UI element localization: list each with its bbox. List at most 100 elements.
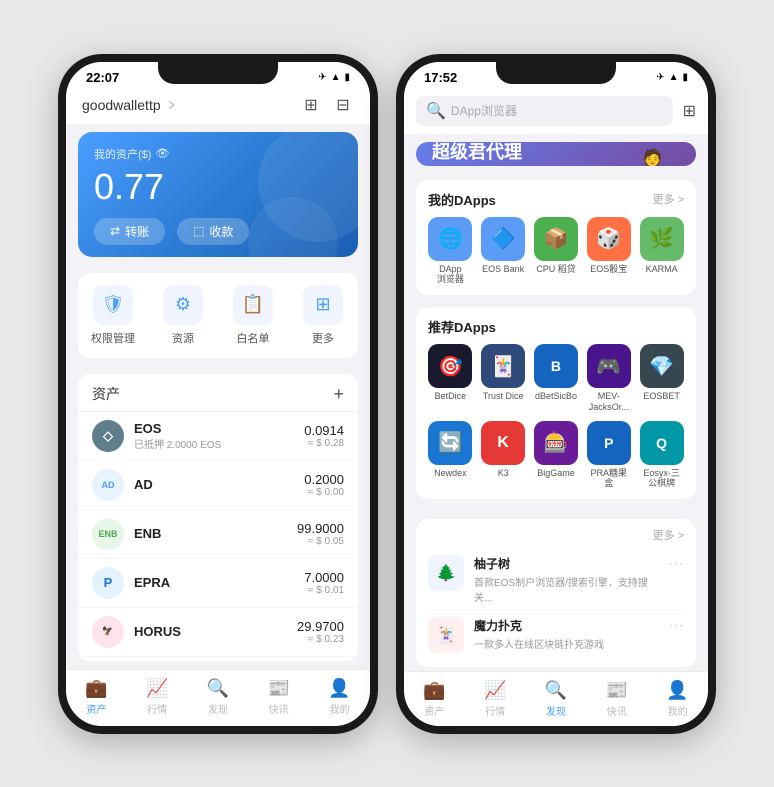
karma[interactable]: 🌿 KARMA [639,217,684,286]
shield-icon: 🛡 [93,285,133,325]
discover-nav-icon: 🔍 [207,678,229,699]
banner-title: 超级君代理 [432,142,555,165]
betdice[interactable]: 🎯 BetDice [428,344,473,413]
menu-label-permissions: 权限管理 [91,330,135,346]
yuzushu-name: 柚子树 [474,555,658,572]
search-input[interactable]: 🔍 DApp浏览器 [416,96,673,126]
wallet-name[interactable]: goodwallettp [82,97,173,113]
new-apps-more[interactable]: 更多 > [653,527,684,543]
k3-label: K3 [498,468,509,479]
mev-jacks[interactable]: 🎮 MEV-JacksOr... [586,344,631,413]
nav2-discover[interactable]: 🔍 发现 [526,680,587,718]
menu-item-permissions[interactable]: 🛡 权限管理 [83,285,143,346]
eos-name: EOS [134,421,304,436]
eosyx[interactable]: Q Eosyx-三公棋牌 [639,421,684,490]
airplane-icon-2: ✈ [656,72,664,83]
scan-icon[interactable]: ⊞ [683,101,696,121]
nav-market[interactable]: 📈 行情 [127,678,188,716]
assets-nav-icon: 💼 [85,678,107,699]
trust-dice-label: Trust Dice [483,391,524,402]
asset-row-epra[interactable]: P EPRA 7.0000 ≈ $ 0.01 [78,559,358,608]
profile2-nav-label: 我的 [668,703,688,718]
ad-name: AD [134,477,304,492]
nav2-news[interactable]: 📰 快讯 [586,680,647,718]
eosbet-icon: 💎 [640,344,684,388]
asset-row-hvt[interactable]: W HVT 0.6014 [78,657,358,661]
balance-amount: 0.77 [94,166,342,208]
eye-icon[interactable]: 👁 [155,147,169,160]
menu-item-whitelist[interactable]: 📋 白名单 [223,285,283,346]
dapp-browser-icon: 🌐 [428,217,472,261]
asset-row-enb[interactable]: ENB ENB 99.9000 ≈ $ 0.05 [78,510,358,559]
ad-value: 0.2000 ≈ $ 0.00 [304,472,344,498]
mev-label: MEV-JacksOr... [589,391,629,413]
nav2-profile[interactable]: 👤 我的 [647,680,708,718]
nav-assets[interactable]: 💼 资产 [66,678,127,716]
karma-label: KARMA [646,264,678,275]
newdex[interactable]: 🔄 Newdex [428,421,473,490]
resources-icon: ⚙ [163,285,203,325]
asset-row-eos[interactable]: ◇ EOS 已抵押 2.0000 EOS 0.0914 ≈ $ 0.28 [78,412,358,461]
time-1: 22:07 [86,70,119,85]
eosyx-label: Eosyx-三公棋牌 [643,468,680,490]
notch-1 [158,62,278,84]
cpu-rent[interactable]: 📦 CPU 稻贷 [534,217,579,286]
eos-bank[interactable]: 🔷 EOS Bank [481,217,526,286]
biggame[interactable]: 🎰 BigGame [534,421,579,490]
qr-scan-icon[interactable]: ⊞ [300,94,322,116]
trust-dice-icon: 🃏 [481,344,525,388]
trust-dice[interactable]: 🃏 Trust Dice [481,344,526,413]
eos-value: 0.0914 ≈ $ 0.28 [304,423,344,449]
phone-1-screen: 22:07 ✈ ▲ ▮ goodwallettp ⊞ ⊟ 我的资产($) 👁 [66,62,370,726]
poker-more-icon: ··· [668,617,684,635]
phone-2: 17:52 ✈ ▲ ▮ 🔍 DApp浏览器 ⊞ 你支持DApp 我们支持你 超级… [396,54,716,734]
eos-sicbo-icon: 🎲 [587,217,631,261]
asset-row-horus[interactable]: 🦅 HORUS 29.9700 ≈ $ 0.23 [78,608,358,657]
wifi-icon-2: ▲ [669,72,679,83]
eosbet[interactable]: 💎 EOSBET [639,344,684,413]
news2-nav-icon: 📰 [606,680,628,701]
add-asset-button[interactable]: + [333,384,344,405]
nav2-market[interactable]: 📈 行情 [465,680,526,718]
my-dapps-more[interactable]: 更多 > [653,191,684,207]
promo-banner[interactable]: 你支持DApp 我们支持你 超级君代理 superdapppxy 🧘 [416,142,696,166]
nav-profile[interactable]: 👤 我的 [309,678,370,716]
menu-item-resources[interactable]: ⚙ 资源 [153,285,213,346]
enb-value: 99.9000 ≈ $ 0.05 [297,521,344,547]
nav2-assets[interactable]: 💼 资产 [404,680,465,718]
market-nav-label: 行情 [147,701,167,716]
nav-news[interactable]: 📰 快讯 [248,678,309,716]
asset-row-ad[interactable]: AD AD 0.2000 ≈ $ 0.00 [78,461,358,510]
horus-amount: 29.9700 [297,619,344,634]
eos-sicbo[interactable]: 🎲 EOS骰宝 [586,217,631,286]
search-icon: 🔍 [426,101,446,121]
nav-discover[interactable]: 🔍 发现 [188,678,249,716]
dapp-browser[interactable]: 🌐 DApp浏览器 [428,217,473,286]
pra-label: PRA糖果盒 [591,468,628,490]
cpu-rent-label: CPU 稻贷 [536,264,576,275]
battery-icon-2: ▮ [682,72,688,83]
market2-nav-label: 行情 [485,703,505,718]
pra[interactable]: P PRA糖果盒 [586,421,631,490]
bottom-nav-1: 💼 资产 📈 行情 🔍 发现 📰 快讯 👤 我的 [66,669,370,726]
eos-usd: ≈ $ 0.28 [304,438,344,449]
poker-name: 魔力扑克 [474,617,658,634]
menu-item-more[interactable]: ⊞ 更多 [293,285,353,346]
receive-button[interactable]: ⬚ 收款 [177,218,249,245]
wallet-chevron [165,100,173,108]
transfer-button[interactable]: ⇄ 转账 [94,218,165,245]
yuzushu-icon: 🌲 [428,555,464,591]
list-item-yuzushu[interactable]: 🌲 柚子树 首款EOS制户浏览器/搜索引擎，支持搜关... ··· [428,549,684,611]
k3[interactable]: K K3 [481,421,526,490]
biggame-icon: 🎰 [534,421,578,465]
newdex-label: Newdex [434,468,467,479]
profile-nav-label: 我的 [330,701,350,716]
horus-icon: 🦅 [92,616,124,648]
layout-icon[interactable]: ⊟ [332,94,354,116]
airplane-icon: ✈ [318,72,326,83]
dbet-sicbo[interactable]: B dBetSicBo [534,344,579,413]
news2-nav-label: 快讯 [607,703,627,718]
ad-usd: ≈ $ 0.00 [304,487,344,498]
recommended-dapps-section: 推荐DApps 🎯 BetDice 🃏 Trust Dice B dBetSic… [416,307,696,499]
list-item-poker[interactable]: 🃏 魔力扑克 一款多人在线区块链扑克游戏 ··· [428,611,684,659]
